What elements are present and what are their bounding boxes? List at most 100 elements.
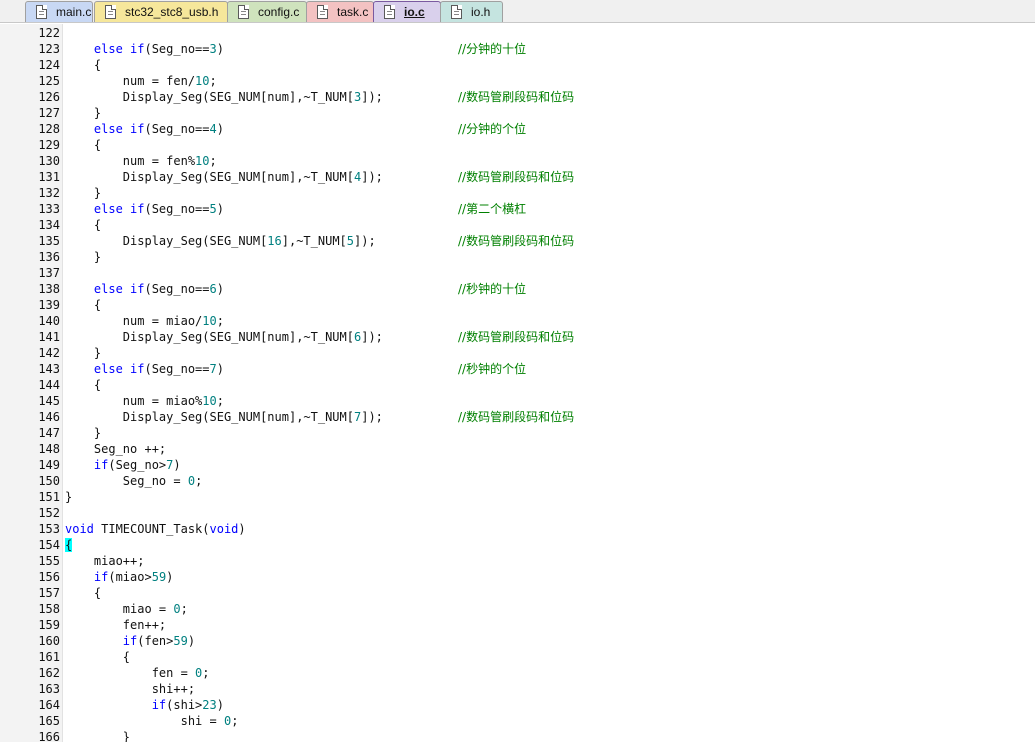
line-number: 134 xyxy=(38,218,60,232)
code-comment: //数码管刷段码和位码 xyxy=(458,330,575,344)
number-token: 5 xyxy=(209,202,217,216)
code-text: Display_Seg(SEG_NUM[16],~T_NUM[5]); xyxy=(65,233,376,249)
code-token: ; xyxy=(202,666,210,680)
code-token: ; xyxy=(180,602,188,616)
code-token: ) xyxy=(166,570,174,584)
keyword-token: if xyxy=(151,698,167,712)
code-text: else if(Seg_no==3) xyxy=(65,41,224,57)
code-token: num = miao% xyxy=(65,394,203,408)
code-text: { xyxy=(65,649,130,665)
line-number: 156 xyxy=(38,570,60,584)
code-text: Display_Seg(SEG_NUM[num],~T_NUM[3]); xyxy=(65,89,383,105)
code-token: Seg_no = xyxy=(65,474,188,488)
keyword-token: else if xyxy=(93,362,145,376)
file-tab-bar: main.c stc32_stc8_usb.h config.c task.c io.c… xyxy=(0,0,1035,23)
tab-task-c[interactable]: task.c xyxy=(306,1,374,22)
code-token: ) xyxy=(173,458,181,472)
code-token: ; xyxy=(216,394,224,408)
number-token: 0 xyxy=(173,602,181,616)
code-line: 142 } xyxy=(0,345,1035,361)
tab-io-c[interactable]: io.c xyxy=(373,1,441,22)
keyword-token: if xyxy=(93,570,109,584)
code-token: Seg_no ++; xyxy=(65,442,167,456)
code-token: (Seg_no== xyxy=(144,122,210,136)
code-line: 149 if(Seg_no>7) xyxy=(0,457,1035,473)
code-token: ) xyxy=(216,202,224,216)
line-number: 135 xyxy=(38,234,60,248)
code-text: Seg_no = 0; xyxy=(65,473,203,489)
line-number: 140 xyxy=(38,314,60,328)
code-token: (shi> xyxy=(166,698,203,712)
code-comment: //秒钟的个位 xyxy=(458,362,527,376)
code-line: 144 { xyxy=(0,377,1035,393)
line-number: 141 xyxy=(38,330,60,344)
code-token: ) xyxy=(187,634,196,648)
code-token: ],~T_NUM[ xyxy=(281,234,347,248)
code-editor[interactable]: 122 123 else if(Seg_no==3)//分钟的十位 124 {125… xyxy=(0,24,1035,742)
code-token: (fen> xyxy=(137,634,174,648)
line-number: 130 xyxy=(38,154,60,168)
code-line: 147 } xyxy=(0,425,1035,441)
number-token: 16 xyxy=(267,234,282,248)
code-text: { xyxy=(65,137,101,153)
code-line: 143 else if(Seg_no==7) //秒钟的个位 xyxy=(0,361,1035,377)
code-token: (Seg_no== xyxy=(144,362,210,376)
code-token: } xyxy=(65,186,102,200)
line-number: 147 xyxy=(38,426,60,440)
code-token: num = fen/ xyxy=(65,74,196,88)
code-line: 133 else if(Seg_no==5) //第二个横杠 xyxy=(0,201,1035,217)
file-icon xyxy=(36,5,47,19)
code-token: ]); xyxy=(361,170,383,184)
code-text: fen = 0; xyxy=(65,665,210,681)
code-line: 139 { xyxy=(0,297,1035,313)
code-line: 162 fen = 0; xyxy=(0,665,1035,681)
code-line: 161 { xyxy=(0,649,1035,665)
number-token: 10 xyxy=(195,74,210,88)
code-text: } xyxy=(65,425,101,441)
code-token: num = miao/ xyxy=(65,314,203,328)
code-line: 159 fen++; xyxy=(0,617,1035,633)
code-text: miao = 0; xyxy=(65,601,188,617)
tab-main-c[interactable]: main.c xyxy=(25,1,93,22)
code-token: miao = xyxy=(65,602,174,616)
code-comment: //数码管刷段码和位码 xyxy=(458,90,575,104)
code-token: { xyxy=(65,650,131,664)
code-text: miao++; xyxy=(65,553,145,569)
line-number: 133 xyxy=(38,202,60,216)
line-number: 165 xyxy=(38,714,60,728)
code-token: } xyxy=(65,730,131,742)
code-text: void TIMECOUNT_Task(void) xyxy=(65,521,246,537)
code-token: { xyxy=(65,138,102,152)
code-token: ]); xyxy=(354,234,376,248)
code-line: 164 if(shi>23) xyxy=(0,697,1035,713)
tab-io-h[interactable]: io.h xyxy=(440,1,503,22)
code-token: ) xyxy=(216,698,224,712)
line-number: 144 xyxy=(38,378,60,392)
number-token: 0 xyxy=(187,474,196,488)
number-token: 23 xyxy=(202,698,217,712)
tab-stc32-stc8-usb-h[interactable]: stc32_stc8_usb.h xyxy=(94,1,228,22)
code-text: Seg_no ++; xyxy=(65,441,166,457)
keyword-token: else if xyxy=(93,122,145,136)
code-text: } xyxy=(65,729,130,742)
code-line: 135 Display_Seg(SEG_NUM[16],~T_NUM[5]); /… xyxy=(0,233,1035,249)
number-token: 10 xyxy=(202,394,217,408)
line-number: 159 xyxy=(38,618,60,632)
code-text: { xyxy=(65,585,101,601)
code-line: 131 Display_Seg(SEG_NUM[num],~T_NUM[4]);… xyxy=(0,169,1035,185)
code-text: num = miao/10; xyxy=(65,313,224,329)
tab-config-c[interactable]: config.c xyxy=(227,1,307,22)
code-text: { xyxy=(65,297,101,313)
code-text: } xyxy=(65,185,101,201)
code-line: 154 { xyxy=(0,537,1035,553)
line-number: 163 xyxy=(38,682,60,696)
line-number: 122 xyxy=(38,26,60,40)
number-token: 7 xyxy=(209,362,217,376)
code-line: 126 Display_Seg(SEG_NUM[num],~T_NUM[3]);… xyxy=(0,89,1035,105)
